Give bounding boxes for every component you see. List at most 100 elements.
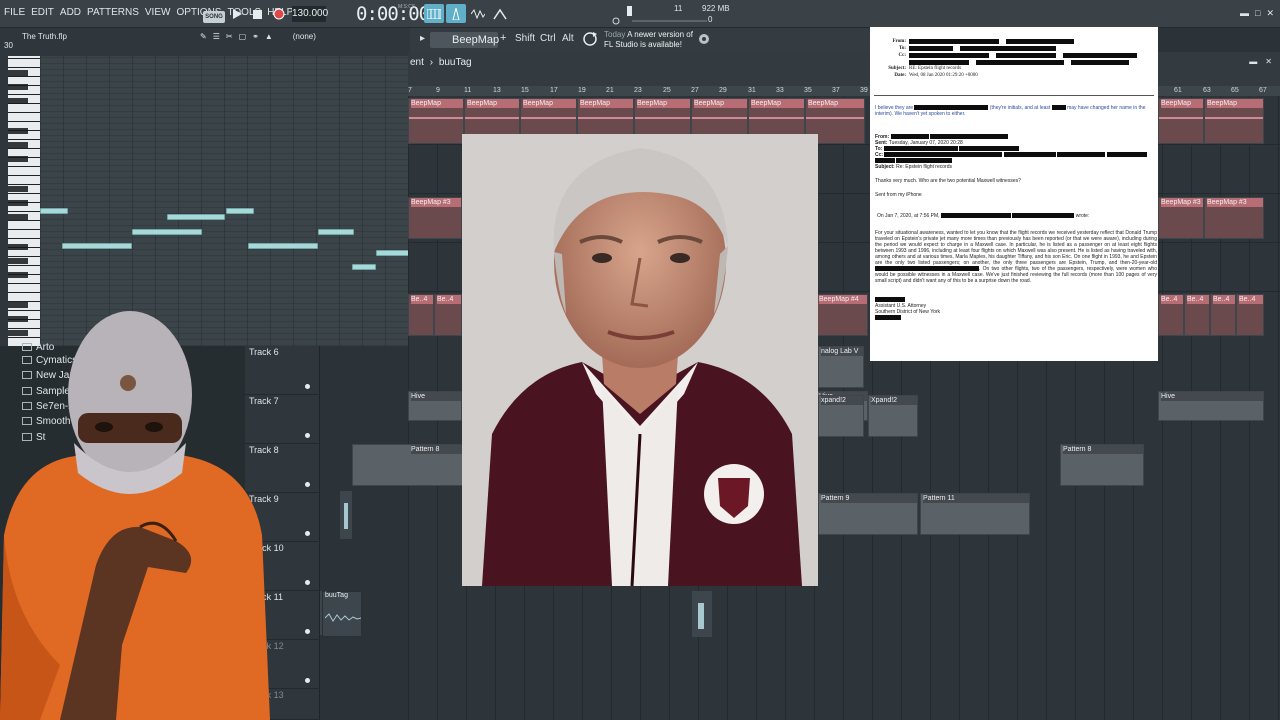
wait-input-button[interactable] — [468, 4, 488, 23]
ruler-mark: 15 — [521, 87, 529, 94]
play-arrow-icon[interactable]: ▸ — [420, 33, 425, 44]
pattern-clip[interactable]: Xpand!2 — [868, 395, 918, 437]
track-mute-toggle[interactable] — [305, 678, 310, 683]
pattern-clip[interactable]: BeepMap — [1204, 98, 1264, 144]
piano-keys-icon — [427, 8, 441, 19]
pattern-clip[interactable]: Be..4 — [1184, 294, 1210, 336]
time-format-label: M:S:CS — [398, 4, 416, 10]
tool-select-icon[interactable]: ▢ — [239, 32, 247, 41]
pattern-clip[interactable]: Be..4 — [1236, 294, 1264, 336]
note[interactable] — [167, 214, 225, 220]
date-label: Date: — [894, 73, 906, 78]
add-pattern-button[interactable]: + — [500, 32, 506, 44]
ruler-mark: 13 — [493, 87, 501, 94]
playlist-close-icon[interactable]: ✕ — [1265, 57, 1272, 66]
note[interactable] — [40, 208, 68, 214]
snap-selector[interactable]: (none) — [293, 32, 316, 41]
pattern-clip[interactable]: Be..4 — [408, 294, 434, 336]
ruler-mark: 17 — [550, 87, 558, 94]
track-mute-toggle[interactable] — [305, 482, 310, 487]
tool-mute-icon[interactable]: ▲ — [265, 32, 273, 41]
song-mode-toggle[interactable]: SONG — [203, 11, 225, 23]
pattern-clip[interactable]: nalog Lab V — [818, 346, 864, 388]
track-mute-toggle[interactable] — [305, 580, 310, 585]
signature-block: Assistant U.S. Attorney Southern Distric… — [875, 297, 1157, 321]
news-day: Today — [604, 30, 626, 39]
step-edit-button[interactable] — [446, 4, 466, 23]
ruler-mark: 65 — [1231, 87, 1239, 94]
subject-label: Subject: — [888, 66, 906, 71]
play-button[interactable] — [229, 6, 245, 22]
tool-paint-icon[interactable]: ☰ — [213, 32, 220, 41]
track-mute-toggle[interactable] — [305, 384, 310, 389]
audio-clip[interactable] — [340, 491, 352, 539]
reply-text: I believe they are (they're initials, an… — [875, 105, 1146, 117]
ctrl-key-button[interactable]: Ctrl — [540, 33, 556, 44]
pattern-clip[interactable]: Pattern 9 — [818, 493, 918, 535]
tool-draw-icon[interactable]: ✎ — [200, 32, 207, 41]
menu-view[interactable]: VIEW — [145, 7, 171, 18]
minimize-icon[interactable]: ▬ — [1240, 8, 1249, 19]
master-volume-slider[interactable] — [612, 4, 712, 26]
maximize-icon[interactable]: □ — [1255, 8, 1260, 19]
menu-file[interactable]: FILE — [4, 7, 25, 18]
track-mute-toggle[interactable] — [305, 629, 310, 634]
pattern-clip[interactable]: xpand!2 — [818, 395, 864, 437]
tempo-display[interactable]: 130.000 — [292, 6, 328, 22]
note[interactable] — [62, 243, 132, 249]
pattern-clip[interactable]: Pattern 11 — [920, 493, 1030, 535]
stop-button[interactable] — [249, 6, 265, 22]
note[interactable] — [248, 243, 318, 249]
email-divider — [874, 95, 1154, 96]
breadcrumb-current[interactable]: buuTag — [439, 57, 472, 68]
audio-clip[interactable] — [692, 591, 712, 637]
pattern-clip[interactable]: Be..4 — [434, 294, 462, 336]
menu-edit[interactable]: EDIT — [31, 7, 54, 18]
pattern-clip[interactable]: Hive — [408, 391, 462, 421]
ruler-mark: 63 — [1203, 87, 1211, 94]
ruler-mark: 31 — [748, 87, 756, 94]
metronome-icon — [452, 7, 460, 20]
alt-key-button[interactable]: Alt — [562, 33, 574, 44]
close-icon[interactable]: ✕ — [1266, 8, 1274, 19]
shift-key-button[interactable]: Shift — [515, 33, 535, 44]
fl-globe-icon[interactable] — [698, 33, 710, 45]
note[interactable] — [132, 229, 202, 235]
pattern-clip[interactable]: BeepMap — [408, 98, 464, 144]
record-button[interactable] — [271, 6, 287, 22]
note[interactable] — [226, 208, 254, 214]
playlist-window-controls: ▬ ✕ — [1249, 57, 1272, 66]
main-menu-bar: FILE EDIT ADD PATTERNS VIEW OPTIONS TOOL… — [0, 0, 1280, 28]
note[interactable] — [376, 250, 410, 256]
pattern-clip[interactable]: Be..4 — [1158, 294, 1184, 336]
pattern-clip[interactable]: Pattern 8 — [1060, 444, 1144, 486]
track-mute-toggle[interactable] — [305, 433, 310, 438]
update-news[interactable]: Today A newer version of FL Studio is av… — [604, 30, 693, 50]
pattern-clip[interactable]: Hive — [1158, 391, 1264, 421]
piano-keyboard[interactable] — [8, 56, 40, 346]
pattern-selector[interactable]: BeepMap — [430, 32, 499, 48]
pattern-clip[interactable]: BeepMap #4 — [816, 294, 868, 336]
countdown-button[interactable] — [490, 4, 510, 23]
polyphony-counter: 0 — [708, 15, 713, 24]
breadcrumb-arrangement[interactable]: ent — [410, 57, 424, 68]
news-refresh-icon[interactable] — [582, 31, 598, 47]
audio-clip[interactable]: buuTag — [322, 591, 362, 637]
cpu-counter: 11 — [674, 4, 683, 13]
menu-add[interactable]: ADD — [60, 7, 81, 18]
news-text: A newer version of — [627, 30, 693, 39]
note-grid[interactable] — [40, 56, 410, 346]
track-mute-toggle[interactable] — [305, 531, 310, 536]
playlist-minimize-icon[interactable]: ▬ — [1249, 57, 1257, 66]
tool-slice-icon[interactable]: ✂ — [226, 32, 233, 41]
pattern-clip[interactable]: Be..4 — [1210, 294, 1236, 336]
news-text-2: FL Studio is available! — [604, 40, 682, 49]
pattern-clip[interactable]: BeepMap — [1158, 98, 1204, 144]
tool-zoom-icon[interactable]: ⚭ — [252, 32, 259, 41]
note[interactable] — [352, 264, 376, 270]
note[interactable] — [318, 229, 354, 235]
typing-keyboard-button[interactable] — [424, 4, 444, 23]
ruler-mark: 7 — [408, 87, 412, 94]
ruler-mark: 23 — [634, 87, 642, 94]
menu-patterns[interactable]: PATTERNS — [87, 7, 139, 18]
